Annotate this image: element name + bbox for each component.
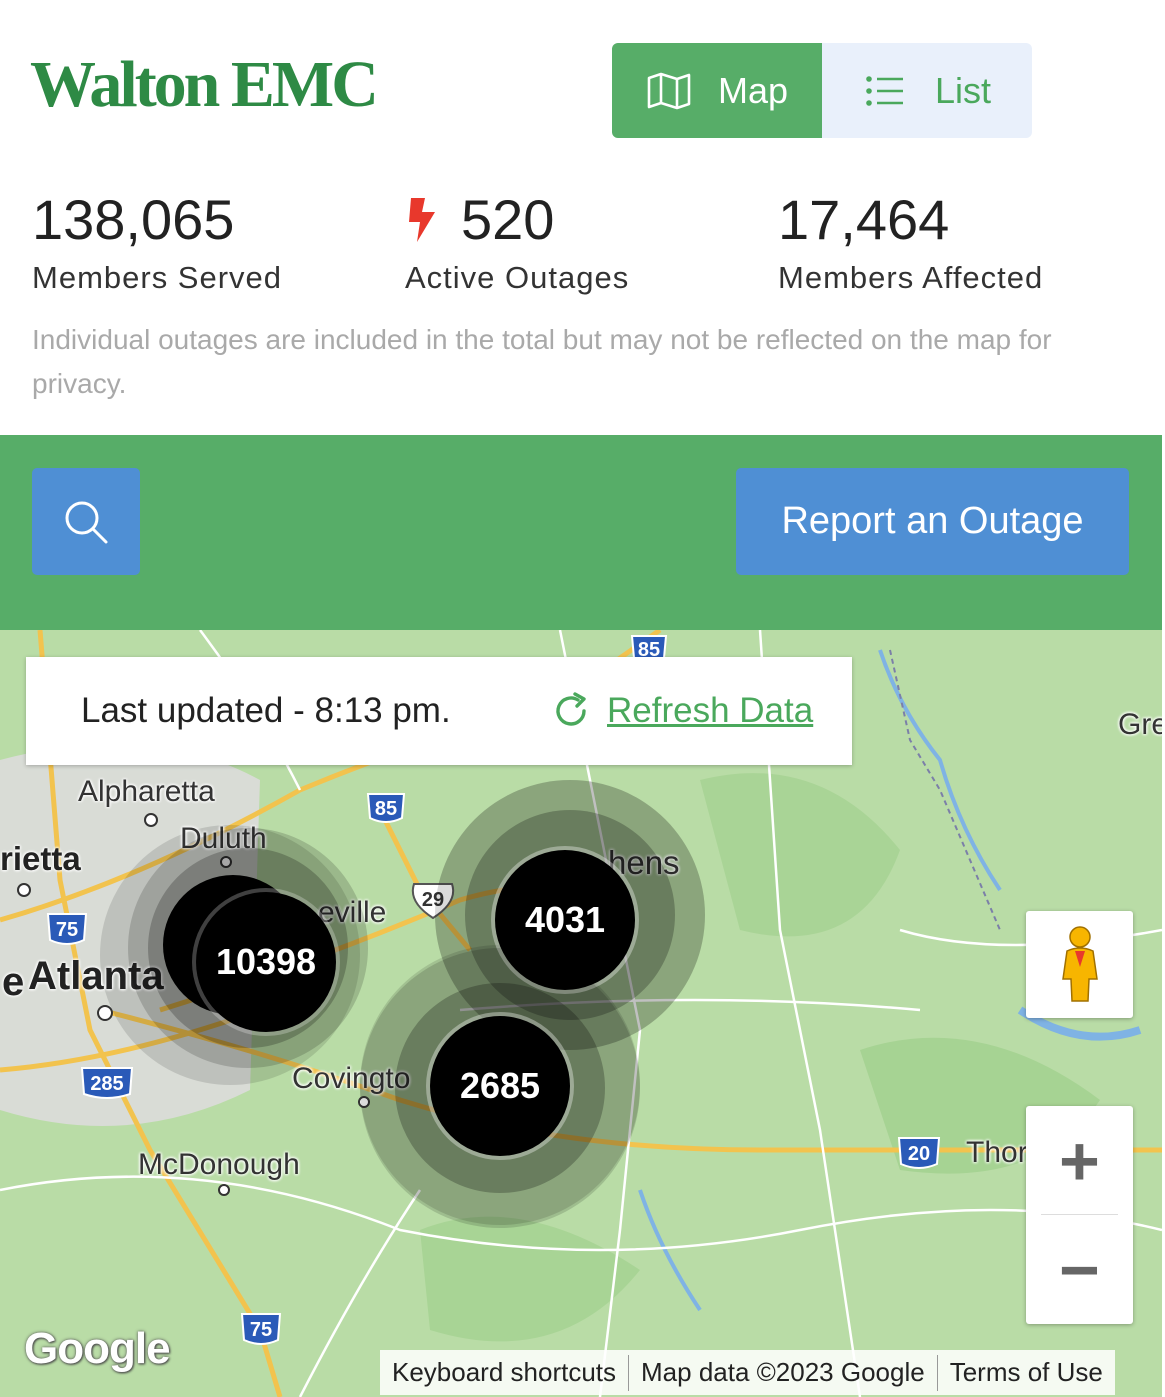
active-outages-value: 520	[461, 188, 555, 251]
list-icon	[866, 75, 903, 106]
pegman-icon	[1061, 925, 1098, 1002]
map-icon	[647, 72, 691, 109]
shield-285: 285	[90, 1073, 123, 1095]
map-attribution-bar: Keyboard shortcuts Map data ©2023 Google…	[380, 1350, 1115, 1395]
shield-75-south: 75	[250, 1319, 272, 1341]
search-icon	[65, 501, 108, 543]
shield-75-north: 75	[56, 919, 78, 941]
walton-emc-logo: Walton EMC	[30, 48, 379, 121]
keyboard-shortcuts-link[interactable]: Keyboard shortcuts	[380, 1357, 628, 1388]
refresh-data-label: Refresh Data	[607, 691, 814, 730]
terms-of-use-link[interactable]: Terms of Use	[938, 1357, 1115, 1388]
report-outage-button[interactable]: Report an Outage	[736, 468, 1129, 575]
place-label-alpharetta: Alpharetta	[78, 775, 215, 808]
view-toggle: Map List	[612, 43, 1032, 138]
action-bar: Report an Outage	[0, 435, 1162, 630]
place-label-atlanta-prefix: e	[2, 960, 25, 1004]
members-affected-label: Members Affected	[778, 260, 1044, 295]
members-served-label: Members Served	[32, 260, 283, 295]
map-view-label: Map	[717, 69, 789, 111]
last-updated-text: Last updated - 8:13 pm.	[81, 691, 451, 730]
place-label-marietta: rietta	[0, 840, 81, 877]
search-button[interactable]	[32, 468, 140, 575]
map-view-button[interactable]: Map	[612, 43, 822, 138]
active-outages-label: Active Outages	[405, 260, 630, 295]
stat-members-served: 138,065 Members Served	[32, 180, 282, 296]
privacy-disclaimer: Individual outages are included in the t…	[32, 324, 1052, 399]
stat-active-outages: 520 Active Outages	[405, 180, 629, 296]
zoom-divider	[1041, 1214, 1118, 1215]
stat-members-affected: 17,464 Members Affected	[778, 180, 1043, 296]
outage-map[interactable]: 85 85 29 75 285 20 75 Alpharetta Duluth …	[0, 630, 1162, 1397]
members-affected-value: 17,464	[778, 188, 950, 251]
shield-20: 20	[908, 1143, 930, 1165]
outage-stats: 138,065 Members Served 520 Active Outage…	[0, 180, 1165, 310]
place-label-mcdonough: McDonough	[138, 1148, 300, 1181]
place-label-thomson: Thor	[966, 1136, 1028, 1169]
refresh-data-link[interactable]: Refresh Data	[551, 691, 813, 731]
refresh-icon	[556, 692, 586, 726]
header: Walton EMC Map List	[0, 0, 1165, 160]
zoom-controls: + −	[1026, 1106, 1133, 1324]
map-data-text: Map data ©2023 Google	[641, 1357, 925, 1387]
outage-cluster-10398[interactable]: 10398	[196, 892, 336, 1032]
list-view-button[interactable]: List	[822, 43, 1032, 138]
street-view-pegman-button[interactable]	[1026, 911, 1133, 1018]
zoom-out-button[interactable]: −	[1026, 1215, 1133, 1324]
place-label-greensboro: Gre	[1118, 708, 1162, 741]
members-served-value: 138,065	[32, 188, 235, 251]
shield-85: 85	[375, 798, 397, 820]
last-updated-panel: Last updated - 8:13 pm. Refresh Data	[26, 657, 852, 765]
list-view-label: List	[934, 69, 992, 111]
lightning-bolt-icon	[409, 198, 435, 242]
google-logo: Google	[24, 1324, 171, 1373]
zoom-in-button[interactable]: +	[1026, 1106, 1133, 1215]
outage-cluster-2685[interactable]: 2685	[430, 1016, 570, 1156]
